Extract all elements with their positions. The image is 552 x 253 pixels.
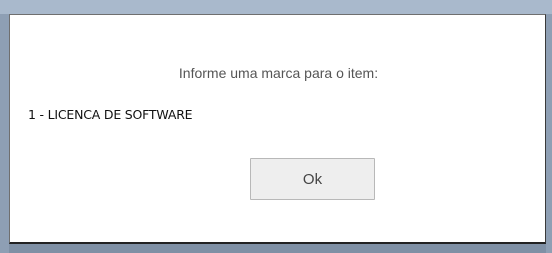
brand-prompt-dialog: Informe uma marca para o item: 1 - LICEN… (9, 14, 546, 244)
backdrop-top (0, 0, 552, 14)
item-label: 1 - LICENCA DE SOFTWARE (28, 107, 193, 122)
dialog-bottom-shadow (9, 244, 546, 253)
ok-button[interactable]: Ok (250, 158, 375, 200)
backdrop-right (546, 14, 552, 253)
backdrop-left (0, 14, 9, 253)
dialog-prompt-text: Informe uma marca para o item: (178, 65, 379, 81)
